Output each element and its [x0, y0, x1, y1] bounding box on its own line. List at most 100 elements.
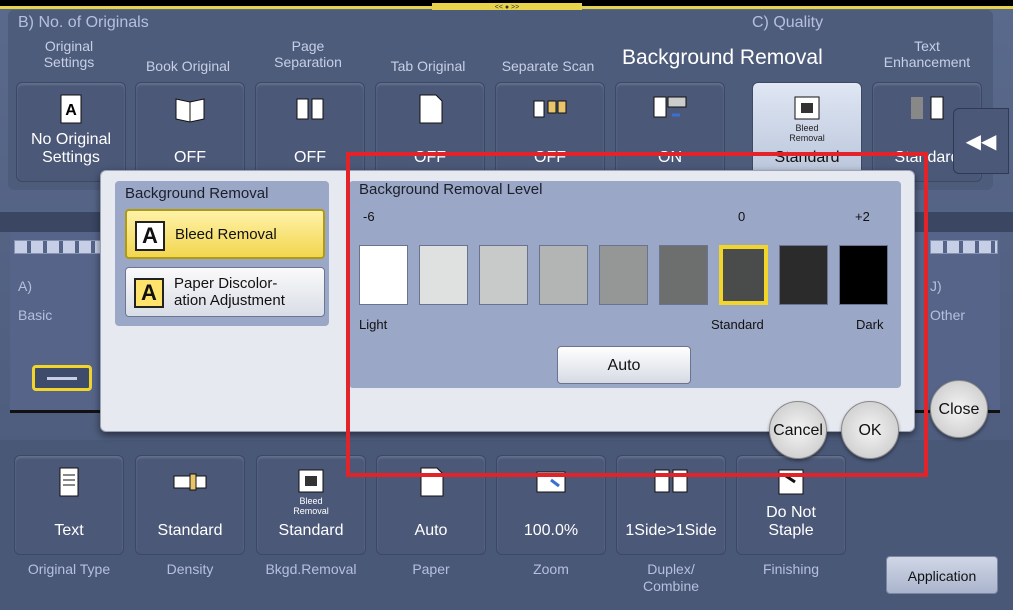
- top-setting-tile[interactable]: A No Original Settings: [16, 82, 126, 182]
- bottom-tile-label: Density: [166, 561, 214, 577]
- double-left-arrow-icon: ◀◀: [965, 131, 997, 153]
- bottom-tile-label: Zoom: [533, 561, 569, 577]
- collapse-button[interactable]: ◀◀: [953, 108, 1009, 174]
- bottom-tile-label: Bkgd.Removal: [265, 561, 357, 577]
- basic-slider-button[interactable]: [32, 365, 92, 391]
- tile-value: OFF: [534, 149, 566, 166]
- bottom-setting-tile[interactable]: Standard: [135, 455, 245, 555]
- slider-icon: [47, 377, 77, 380]
- tile-value: Standard: [774, 149, 840, 166]
- level-swatch[interactable]: [839, 245, 888, 305]
- mode-panel: Background Removal A Bleed Removal A Pap…: [115, 181, 329, 326]
- bleed-removal-icon: [293, 466, 329, 498]
- tile-value: 100.0%: [523, 522, 579, 539]
- tile-value: OFF: [414, 149, 446, 166]
- dark-label: Dark: [856, 317, 884, 332]
- level-swatch[interactable]: [419, 245, 468, 305]
- density-icon: [172, 466, 208, 498]
- level-swatch[interactable]: [479, 245, 528, 305]
- top-column-label: Separate Scan: [501, 58, 595, 74]
- quality-column-label: Text Enhancement: [883, 38, 971, 70]
- bottom-setting-tile[interactable]: 100.0%: [496, 455, 606, 555]
- mode-a-icon: A: [134, 278, 164, 308]
- bleed-removal-label: Bleed Removal: [175, 225, 277, 243]
- bottom-setting-tile[interactable]: 1Side>1Side: [616, 455, 726, 555]
- level-swatch[interactable]: [539, 245, 588, 305]
- section-c-title: C) Quality: [752, 14, 824, 31]
- original-settings-icon: A: [53, 93, 89, 125]
- top-setting-tile[interactable]: OFF: [135, 82, 245, 182]
- tile-value: Do Not Staple: [766, 504, 816, 539]
- other-label: Other: [930, 307, 966, 323]
- light-label: Light: [359, 317, 388, 332]
- duplex-icon: [653, 466, 689, 498]
- mode-a-icon: A: [135, 221, 165, 251]
- tab-original-icon: [412, 93, 448, 125]
- bottom-setting-tile[interactable]: Bleed Removal Standard: [256, 455, 366, 555]
- bottom-tile-label: Original Type: [27, 561, 111, 577]
- left-indicator: [14, 240, 104, 254]
- zoom-icon: [533, 466, 569, 498]
- text-enhancement-icon: [909, 93, 945, 125]
- section-b-title: B) No. of Originals: [18, 14, 149, 31]
- level-zero: 0: [738, 209, 746, 224]
- j-label: J): [930, 278, 942, 294]
- level-swatch[interactable]: [659, 245, 708, 305]
- bottom-setting-tile[interactable]: Do Not Staple: [736, 455, 846, 555]
- tile-value: ON: [658, 149, 682, 166]
- paper-discoloration-label: Paper Discolor- ation Adjustment: [174, 275, 285, 309]
- quality-setting-tile[interactable]: Bleed Removal Standard: [752, 82, 862, 182]
- level-min: -6: [363, 209, 375, 224]
- close-button[interactable]: Close: [930, 380, 988, 438]
- tile-sub-label: Bleed Removal: [293, 496, 329, 516]
- book-icon: [172, 93, 208, 125]
- tile-value: 1Side>1Side: [625, 522, 717, 539]
- top-column-label: Book Original: [145, 58, 231, 74]
- top-column-label: Original Settings: [43, 38, 95, 70]
- copier-screen: << ● >> B) No. of Originals C) Quality O…: [0, 0, 1013, 610]
- svg-text:A: A: [65, 102, 77, 119]
- standard-label: Standard: [711, 317, 764, 332]
- top-column-label: Page Separation: [274, 38, 342, 70]
- basic-label: Basic: [18, 307, 53, 323]
- bottom-tile-label: Duplex/ Combine: [642, 561, 700, 594]
- scan-icon: [652, 93, 688, 125]
- top-setting-tile[interactable]: ON: [615, 82, 725, 182]
- level-max: +2: [855, 209, 870, 224]
- original-type-icon: [51, 466, 87, 498]
- tile-value: OFF: [174, 149, 206, 166]
- bottom-setting-tile[interactable]: Text: [14, 455, 124, 555]
- background-removal-dialog: Background Removal A Bleed Removal A Pap…: [100, 170, 915, 459]
- cancel-button[interactable]: Cancel: [769, 401, 827, 459]
- tile-value: No Original Settings: [30, 131, 112, 166]
- level-swatch[interactable]: [719, 245, 768, 305]
- top-setting-tile[interactable]: OFF: [495, 82, 605, 182]
- top-column-label: Tab Original: [390, 58, 466, 74]
- level-swatch[interactable]: [779, 245, 828, 305]
- staple-icon: [773, 466, 809, 498]
- paper-discoloration-button[interactable]: A Paper Discolor- ation Adjustment: [125, 267, 325, 317]
- separate-scan-icon: [532, 93, 568, 125]
- level-swatch[interactable]: [359, 245, 408, 305]
- tile-value: Auto: [414, 522, 448, 539]
- auto-button[interactable]: Auto: [557, 346, 691, 384]
- a-label: A): [18, 278, 32, 294]
- right-indicator: [930, 240, 998, 254]
- top-setting-tile[interactable]: OFF: [375, 82, 485, 182]
- bleed-removal-button[interactable]: A Bleed Removal: [125, 209, 325, 259]
- tile-sub-label: Bleed Removal: [789, 123, 825, 143]
- mode-panel-title: Background Removal: [125, 185, 269, 202]
- bottom-tile-label: Paper: [412, 561, 450, 577]
- level-panel: Background Removal Level -6 0 +2 Light S…: [349, 181, 901, 388]
- top-setting-tile[interactable]: OFF: [255, 82, 365, 182]
- application-button[interactable]: Application: [886, 556, 998, 594]
- page-separation-icon: [292, 93, 328, 125]
- paper-icon: [413, 466, 449, 498]
- tile-value: OFF: [294, 149, 326, 166]
- ok-button[interactable]: OK: [841, 401, 899, 459]
- quality-popup-title: Background Removal: [622, 46, 823, 69]
- level-swatch[interactable]: [599, 245, 648, 305]
- tile-value: Standard: [278, 522, 344, 539]
- bottom-setting-tile[interactable]: Auto: [376, 455, 486, 555]
- level-panel-title: Background Removal Level: [359, 181, 543, 198]
